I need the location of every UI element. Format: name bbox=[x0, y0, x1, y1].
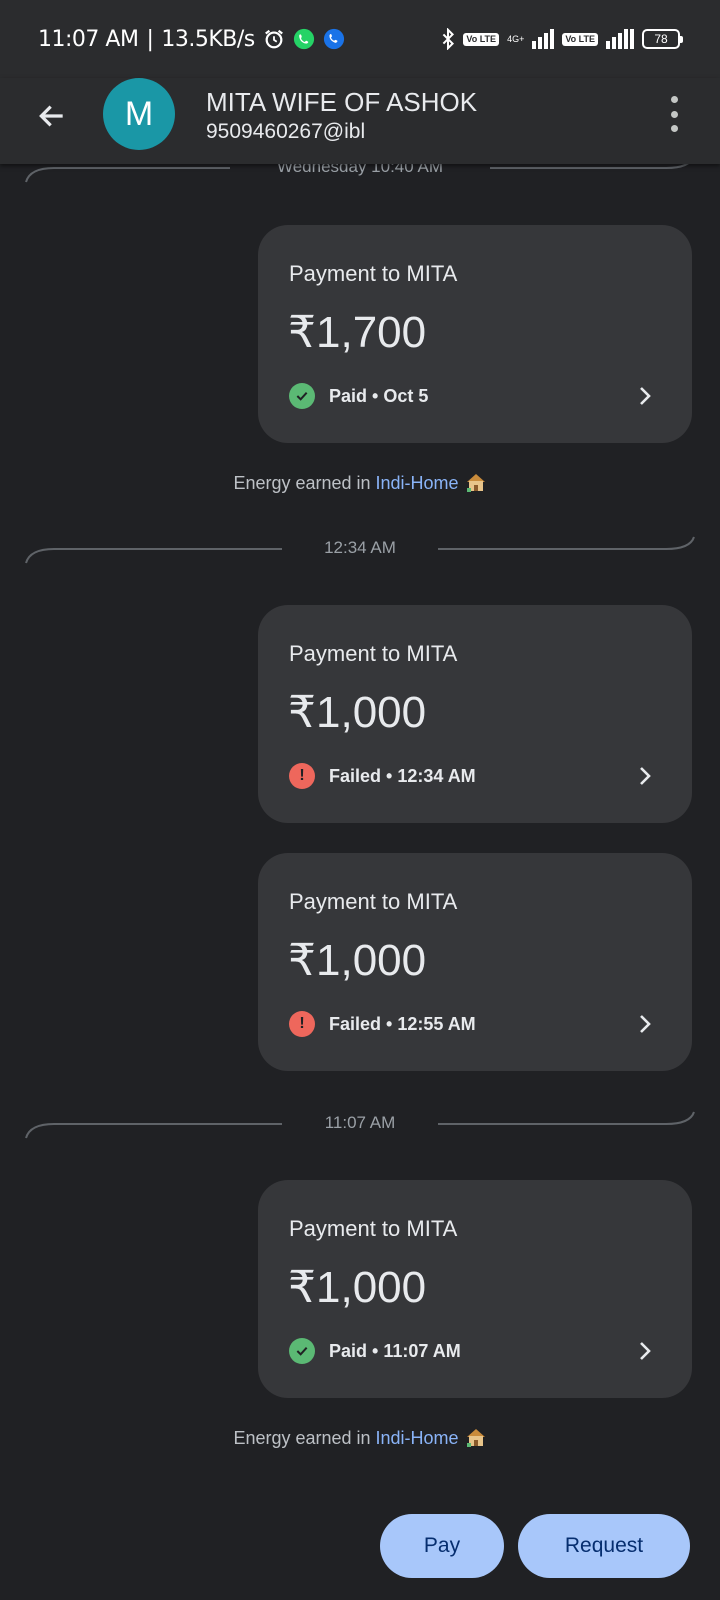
payment-amount: ₹1,000 bbox=[288, 1263, 427, 1312]
request-button[interactable]: Request bbox=[518, 1514, 690, 1578]
back-button[interactable] bbox=[32, 96, 72, 136]
status-time: 11:07 AM bbox=[38, 26, 139, 52]
arrow-back-icon bbox=[39, 105, 63, 127]
volte-icon: Vo LTE bbox=[562, 32, 598, 46]
more-options-icon[interactable] bbox=[668, 96, 680, 132]
date-divider: 11:07 AM bbox=[24, 1110, 696, 1140]
error-icon: ! bbox=[289, 763, 315, 789]
energy-note: Energy earned in Indi-Home bbox=[0, 472, 720, 497]
energy-text: Energy earned in bbox=[233, 1428, 376, 1448]
signal-icon bbox=[606, 29, 634, 49]
payment-card[interactable]: Payment to MITA ₹1,000 Paid • 11:07 AM bbox=[258, 1180, 692, 1398]
divider-label: 12:34 AM bbox=[324, 538, 396, 557]
network-speed: 13.5KB/s bbox=[161, 26, 255, 52]
house-icon bbox=[465, 1427, 487, 1452]
chat-header: M MITA WIFE OF ASHOK 9509460267@ibl bbox=[0, 78, 720, 164]
date-divider: 12:34 AM bbox=[24, 535, 696, 565]
payment-status-text: Failed • 12:55 AM bbox=[329, 1013, 476, 1034]
payment-title: Payment to MITA bbox=[289, 889, 458, 914]
check-circle-icon bbox=[289, 1338, 315, 1364]
status-left: 11:07 AM | 13.5KB/s bbox=[38, 27, 345, 52]
payment-status-text: Failed • 12:34 AM bbox=[329, 765, 476, 786]
divider-label: 11:07 AM bbox=[324, 1113, 396, 1132]
error-icon: ! bbox=[289, 1011, 315, 1037]
network-type: 4G+ bbox=[507, 34, 525, 44]
payment-status-text: Paid • 11:07 AM bbox=[329, 1340, 461, 1361]
battery-level: 78 bbox=[654, 32, 668, 46]
whatsapp-icon bbox=[293, 28, 315, 50]
energy-text: Energy earned in bbox=[233, 473, 376, 493]
indi-home-link[interactable]: Indi-Home bbox=[376, 1428, 459, 1448]
payment-title: Payment to MITA bbox=[289, 641, 458, 666]
payment-title: Payment to MITA bbox=[289, 261, 458, 286]
avatar[interactable]: M bbox=[103, 78, 175, 150]
payment-amount: ₹1,700 bbox=[288, 308, 427, 357]
payment-status-text: Paid • Oct 5 bbox=[329, 385, 429, 406]
payment-status: ! Failed • 12:34 AM bbox=[289, 763, 476, 789]
payment-card[interactable]: Payment to MITA ₹1,700 Paid • Oct 5 bbox=[258, 225, 692, 443]
chevron-right-icon bbox=[632, 383, 658, 409]
check-circle-icon bbox=[289, 383, 315, 409]
status-right: Vo LTE 4G+ Vo LTE 78 bbox=[441, 28, 683, 50]
payment-status: Paid • Oct 5 bbox=[289, 383, 428, 409]
chevron-right-icon bbox=[632, 1011, 658, 1037]
payment-amount: ₹1,000 bbox=[288, 936, 427, 985]
volte-icon: Vo LTE bbox=[463, 32, 500, 46]
payment-card[interactable]: Payment to MITA ₹1,000 ! Failed • 12:34 … bbox=[258, 605, 692, 823]
chevron-right-icon bbox=[632, 763, 658, 789]
energy-note: Energy earned in Indi-Home bbox=[0, 1427, 720, 1452]
contact-name[interactable]: MITA WIFE OF ASHOK bbox=[206, 87, 477, 118]
status-bar: 11:07 AM | 13.5KB/s Vo LTE 4G+ Vo LTE 78 bbox=[0, 0, 720, 78]
payment-status: ! Failed • 12:55 AM bbox=[289, 1011, 476, 1037]
indi-home-link[interactable]: Indi-Home bbox=[376, 473, 459, 493]
payment-title: Payment to MITA bbox=[289, 1216, 458, 1241]
payment-status: Paid • 11:07 AM bbox=[289, 1338, 461, 1364]
signal-icon bbox=[532, 29, 555, 49]
pay-button[interactable]: Pay bbox=[380, 1514, 504, 1578]
contact-upi-id: 9509460267@ibl bbox=[206, 120, 366, 143]
battery-icon: 78 bbox=[642, 29, 683, 49]
status-separator: | bbox=[146, 26, 154, 52]
house-icon bbox=[465, 472, 487, 497]
chevron-right-icon bbox=[632, 1338, 658, 1364]
payment-amount: ₹1,000 bbox=[288, 688, 427, 737]
payment-card[interactable]: Payment to MITA ₹1,000 ! Failed • 12:55 … bbox=[258, 853, 692, 1071]
call-icon bbox=[323, 28, 345, 50]
alarm-icon bbox=[263, 28, 285, 50]
bluetooth-icon bbox=[441, 28, 455, 50]
